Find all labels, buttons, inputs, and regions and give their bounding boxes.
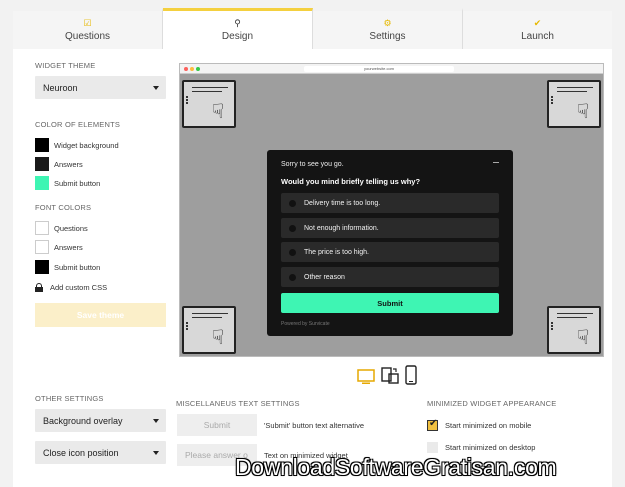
font-row-questions[interactable]: Questions (35, 221, 88, 235)
font-label: Questions (54, 223, 88, 233)
save-theme-button[interactable]: Save theme (35, 303, 166, 327)
answer-label: Other reason (304, 273, 345, 281)
desktop-label: Start minimized on desktop (445, 443, 536, 452)
font-row-answers[interactable]: Answers (35, 240, 83, 254)
check-icon: ✔ (533, 18, 542, 28)
font-colors-heading: FONT COLORS (35, 203, 92, 212)
color-swatch[interactable] (35, 260, 49, 274)
color-swatch[interactable] (35, 221, 49, 235)
radio-icon (289, 273, 296, 281)
submit-text-label: 'Submit' button text alternative (264, 421, 365, 430)
position-top-left[interactable]: ☟ (182, 80, 236, 128)
font-row-submit-button[interactable]: Submit button (35, 260, 100, 274)
answer-option[interactable]: Not enough information. (281, 218, 499, 238)
tab-questions[interactable]: ☑ Questions (13, 8, 163, 49)
close-dot-icon (184, 67, 188, 71)
minimized-appearance-heading: MINIMIZED WIDGET APPEARANCE (427, 399, 557, 408)
popup-question: Would you mind briefly telling us why? (281, 177, 421, 186)
pointer-hand-icon: ☟ (576, 101, 589, 123)
other-settings-heading: OTHER SETTINGS (35, 394, 104, 403)
widget-theme-select[interactable]: Neuroon (35, 76, 166, 99)
tab-label: Launch (521, 31, 554, 42)
tab-design[interactable]: ⚲ Design (163, 8, 313, 49)
add-custom-css-link[interactable]: Add custom CSS (35, 283, 107, 292)
font-label: Answers (54, 242, 83, 252)
tab-label: Design (221, 31, 254, 42)
checkbox-checked-icon[interactable] (427, 418, 438, 431)
desktop-icon[interactable] (357, 369, 375, 385)
color-swatch[interactable] (35, 240, 49, 254)
start-minimized-desktop[interactable]: Start minimized on desktop (427, 442, 535, 453)
search-icon: ⚲ (234, 18, 241, 28)
color-swatch[interactable] (35, 176, 49, 190)
color-row-answers[interactable]: Answers (35, 157, 83, 171)
tab-label: Settings (369, 31, 406, 42)
background-overlay-value: Background overlay (43, 415, 123, 426)
browser-url: yourwebsite.com (304, 66, 454, 72)
minimize-icon[interactable] (493, 162, 499, 163)
answer-option[interactable]: The price is too high. (281, 242, 499, 262)
pointer-hand-icon: ☟ (576, 327, 589, 349)
radio-icon (289, 224, 296, 232)
color-swatch[interactable] (35, 157, 49, 171)
watermark: DownloadSoftwareGratisan.com (235, 454, 557, 480)
color-row-widget-background[interactable]: Widget background (35, 138, 119, 152)
browser-bar: yourwebsite.com (180, 64, 603, 74)
background-overlay-select[interactable]: Background overlay (35, 409, 166, 432)
tab-settings[interactable]: ⚙ Settings (313, 8, 463, 49)
position-bottom-right[interactable]: ☟ (547, 306, 601, 354)
gear-icon: ⚙ (383, 18, 392, 28)
color-row-submit-button[interactable]: Submit button (35, 176, 100, 190)
popup-submit-button[interactable]: Submit (281, 293, 499, 313)
chevron-down-icon (153, 418, 159, 423)
radio-icon (289, 199, 296, 207)
color-swatch[interactable] (35, 138, 49, 152)
misc-text-heading: MISCELLANEUS TEXT SETTINGS (176, 399, 300, 408)
radio-icon (289, 248, 296, 256)
tablet-rotate-icon[interactable] (381, 367, 399, 385)
answer-option[interactable]: Other reason (281, 267, 499, 287)
widget-theme-heading: WIDGET THEME (35, 61, 96, 70)
tab-label: Questions (64, 31, 111, 42)
chevron-down-icon (153, 450, 159, 455)
close-icon-position-select[interactable]: Close icon position (35, 441, 166, 464)
color-label: Widget background (54, 140, 119, 150)
lock-icon (35, 283, 43, 292)
checkbox-icon[interactable] (427, 442, 438, 453)
pointer-hand-icon: ☟ (211, 101, 224, 123)
answer-label: Delivery time is too long. (304, 199, 381, 207)
design-panel: WIDGET THEME Neuroon COLOR OF ELEMENTS W… (13, 49, 612, 487)
survey-popup: Sorry to see you go. Would you mind brie… (267, 150, 513, 336)
maximize-dot-icon (196, 67, 200, 71)
custom-css-label: Add custom CSS (50, 283, 108, 292)
color-label: Answers (54, 159, 83, 169)
answer-label: The price is too high. (304, 248, 369, 256)
widget-theme-value: Neuroon (43, 82, 78, 93)
popup-intro: Sorry to see you go. (281, 161, 344, 168)
mobile-label: Start minimized on mobile (445, 421, 532, 430)
answer-label: Not enough information. (304, 224, 379, 232)
start-minimized-mobile[interactable]: Start minimized on mobile (427, 418, 532, 431)
position-top-right[interactable]: ☟ (547, 80, 601, 128)
checkmark-icon: ☑ (83, 18, 92, 28)
chevron-down-icon (153, 85, 159, 90)
minimize-dot-icon (190, 67, 194, 71)
submit-text-input[interactable]: Submit (177, 414, 257, 436)
mobile-icon[interactable] (405, 365, 417, 385)
device-switcher (357, 365, 417, 385)
tab-launch[interactable]: ✔ Launch (463, 8, 612, 49)
position-bottom-left[interactable]: ☟ (182, 306, 236, 354)
color-label: Submit button (54, 178, 101, 188)
answer-option[interactable]: Delivery time is too long. (281, 193, 499, 213)
font-label: Submit button (54, 262, 101, 272)
color-elements-heading: COLOR OF ELEMENTS (35, 120, 121, 129)
wizard-tabs: ☑ Questions ⚲ Design ⚙ Settings ✔ Launch (13, 8, 612, 49)
powered-by-text: Powered by Survicate (281, 321, 330, 327)
close-icon-position-value: Close icon position (43, 447, 119, 458)
pointer-hand-icon: ☟ (211, 327, 224, 349)
widget-preview: yourwebsite.com ☟ ☟ ☟ ☟ Sorry to see you… (179, 63, 604, 357)
